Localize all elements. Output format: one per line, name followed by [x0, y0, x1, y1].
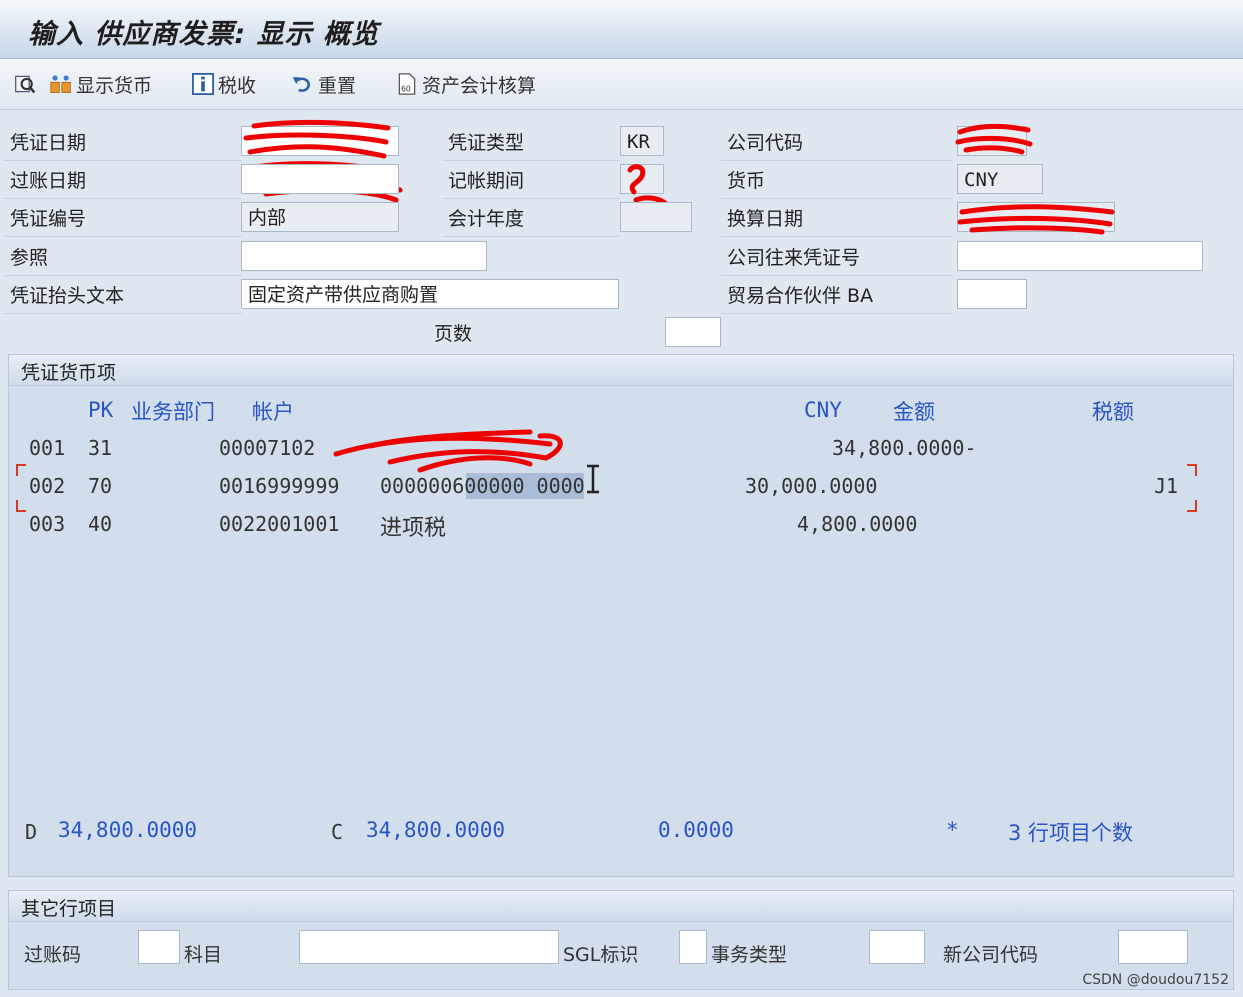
doc-date-label: 凭证日期: [4, 126, 242, 161]
fiscal-year-field: [620, 202, 692, 232]
row-number: 002: [29, 474, 66, 498]
trading-partner-field[interactable]: [957, 279, 1027, 309]
amount: 30,000.0000: [745, 474, 878, 498]
row-number: 001: [29, 436, 66, 460]
col-amount[interactable]: 金额: [893, 396, 935, 426]
status-star: *: [946, 818, 959, 842]
other-items-header: 其它行项目: [9, 891, 1233, 922]
row-number: 003: [29, 512, 66, 536]
overview-button[interactable]: [14, 69, 40, 99]
display-currency-label: 显示货币: [76, 74, 153, 97]
fiscal-year-label: 会计年度: [442, 202, 620, 237]
tax-button[interactable]: 税收: [192, 69, 256, 99]
col-pk[interactable]: PK: [88, 398, 113, 422]
doc-type-field: KR: [620, 126, 664, 156]
reset-label: 重置: [318, 74, 357, 97]
col-bus-area[interactable]: 业务部门: [131, 396, 215, 426]
trading-partner-label: 贸易合作伙伴 BA: [721, 279, 953, 314]
row-marker: [16, 500, 26, 512]
tax-label: 税收: [218, 74, 257, 97]
row-marker: [16, 464, 26, 476]
asset-accounting-label: 资产会计核算: [422, 74, 537, 97]
redaction-mark: [333, 429, 563, 473]
reset-button[interactable]: 重置: [292, 69, 356, 99]
debit-total: 34,800.0000: [58, 818, 198, 842]
posting-key: 31: [88, 436, 113, 460]
redaction-mark: [957, 204, 1115, 235]
posting-key: 40: [88, 512, 113, 536]
undo-icon: [292, 77, 310, 92]
credit-total: 34,800.0000: [366, 818, 506, 842]
other-items-title: 其它行项目: [21, 898, 117, 920]
amount: 34,800.0000-: [832, 436, 977, 460]
trans-type-input[interactable]: [869, 930, 925, 964]
doc-number-label: 凭证编号: [4, 202, 242, 237]
sgl-label: SGL标识: [563, 944, 639, 966]
line-items-group: 凭证货币项: [8, 354, 1234, 877]
watermark: CSDN @doudou7152: [1082, 972, 1229, 988]
post-date-label: 过账日期: [4, 164, 242, 199]
account-input[interactable]: [299, 930, 559, 964]
currency-label: 货币: [721, 164, 953, 199]
account: 0016999999: [219, 474, 340, 498]
posting-key-label: 过账码: [24, 944, 82, 966]
account-label: 科目: [184, 944, 223, 966]
post-date-field[interactable]: [241, 164, 399, 194]
text-cursor-icon: [587, 464, 599, 494]
pages-label: 页数: [434, 323, 473, 345]
account: 0022001001: [219, 512, 340, 536]
item-text: 进项税: [380, 516, 447, 541]
period-label: 记帐期间: [442, 164, 620, 199]
sgl-input[interactable]: [679, 930, 707, 964]
asset-accounting-button[interactable]: 60 资产会计核算: [396, 69, 536, 99]
cross-cc-label: 公司往来凭证号: [721, 241, 953, 276]
posting-key: 70: [88, 474, 113, 498]
pages-field[interactable]: [665, 317, 721, 347]
debit-label: D: [25, 820, 38, 844]
line-items-title: 凭证货币项: [21, 362, 117, 384]
amount: 4,800.0000: [797, 512, 918, 536]
tax-code: J1: [1154, 474, 1179, 498]
new-cc-label: 新公司代码: [943, 944, 1039, 966]
currency-icon: [50, 75, 71, 93]
redaction-mark: [955, 124, 1033, 155]
info-icon: [192, 73, 214, 95]
document-icon: 60: [398, 73, 416, 95]
posting-key-input[interactable]: [138, 930, 180, 964]
translation-date-label: 换算日期: [721, 202, 953, 237]
title-bar: 输入 供应商发票: 显示 概览: [0, 0, 1243, 59]
reference-label: 参照: [4, 241, 242, 276]
col-tax[interactable]: 税额: [1092, 396, 1134, 426]
credit-label: C: [331, 820, 344, 844]
line-items-header: 凭证货币项: [9, 355, 1233, 386]
window-title: 输入 供应商发票: 显示 概览: [28, 19, 379, 50]
item-text[interactable]: 000000600000 0000: [380, 474, 585, 498]
cross-cc-field[interactable]: [957, 241, 1203, 271]
row-marker: [1187, 464, 1197, 476]
trans-type-label: 事务类型: [711, 944, 788, 966]
currency-field: CNY: [957, 164, 1043, 194]
header-text-field[interactable]: 固定资产带供应商购置: [241, 279, 619, 309]
col-account[interactable]: 帐户: [252, 396, 294, 426]
account: 00007102: [219, 436, 316, 460]
overview-icon: [15, 75, 36, 94]
reference-field[interactable]: [241, 241, 487, 271]
col-currency[interactable]: CNY: [804, 398, 842, 422]
doc-number-field: 内部: [241, 202, 399, 232]
line-item-count: 3 行项目个数: [1008, 821, 1134, 845]
new-cc-input[interactable]: [1118, 930, 1188, 964]
doc-type-label: 凭证类型: [442, 126, 620, 161]
row-marker: [1187, 500, 1197, 512]
header-text-label: 凭证抬头文本: [4, 279, 242, 314]
balance-total: 0.0000: [658, 818, 734, 842]
company-code-label: 公司代码: [721, 126, 953, 161]
toolbar: 显示货币 税收 重置 60 资产会计核算: [0, 59, 1243, 110]
display-currency-button[interactable]: 显示货币: [50, 69, 152, 99]
svg-text:60: 60: [401, 85, 411, 94]
